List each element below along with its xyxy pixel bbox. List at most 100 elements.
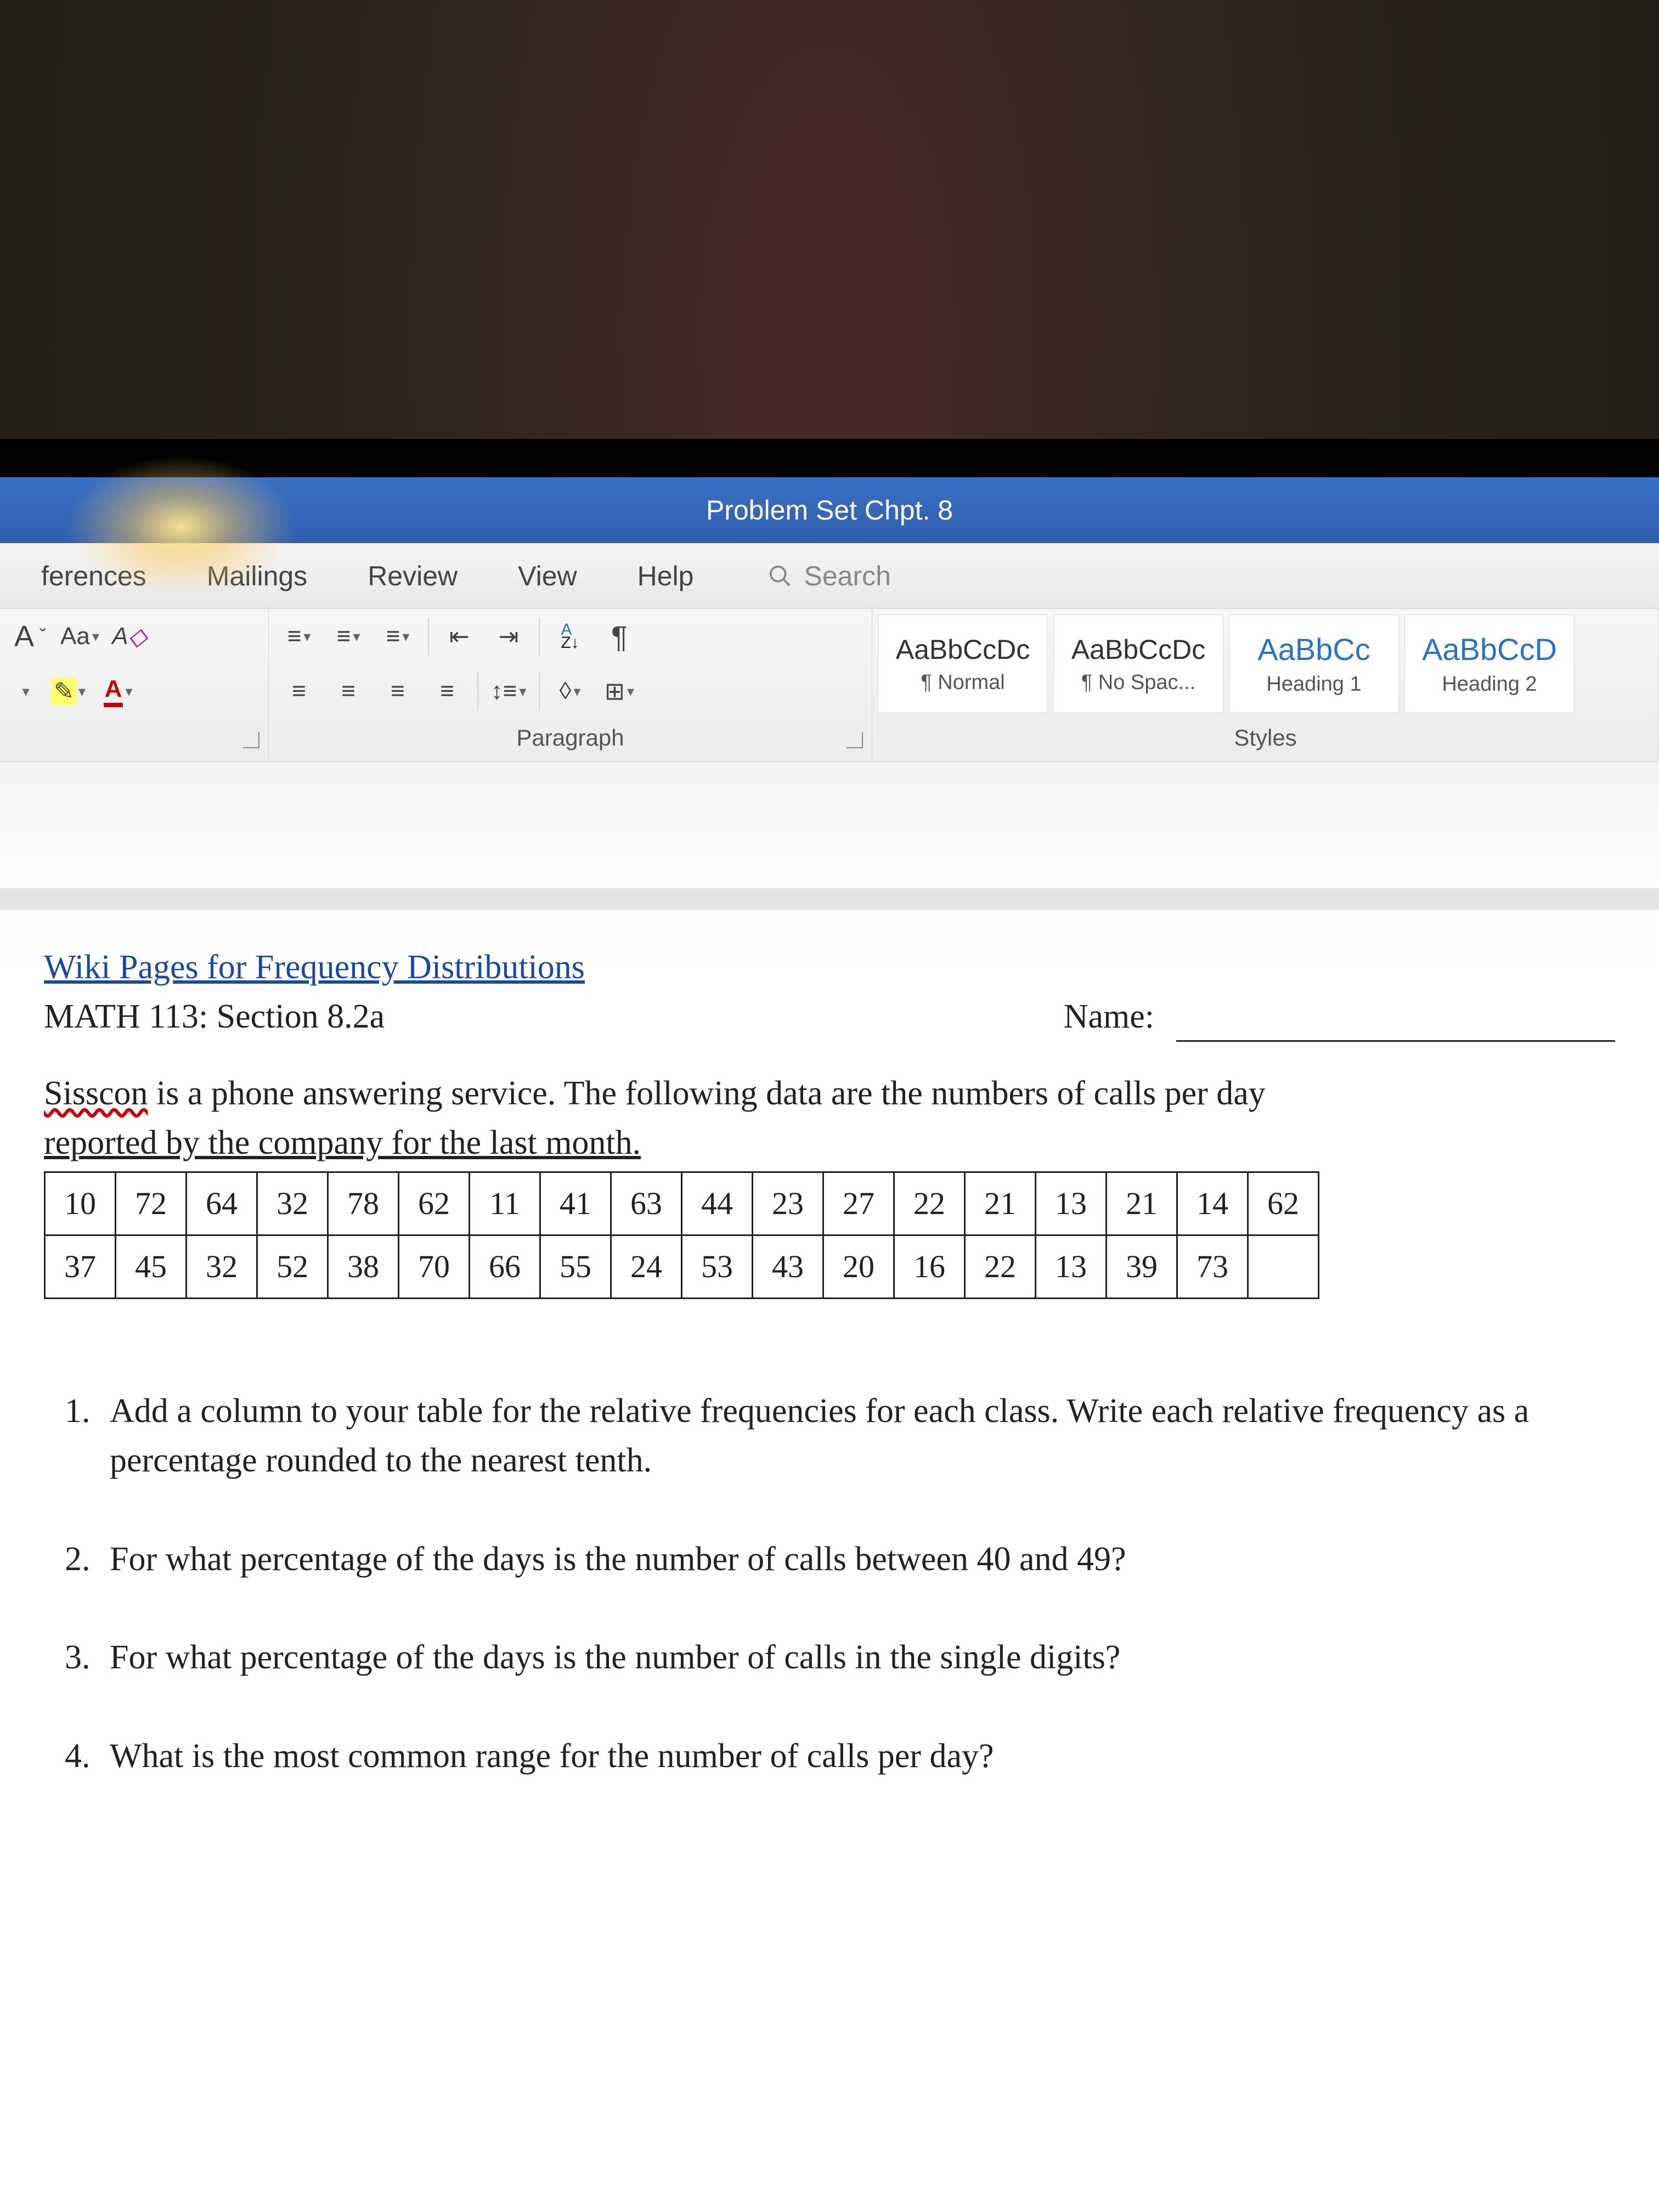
- table-cell[interactable]: 14: [1177, 1172, 1248, 1235]
- multilevel-list-button[interactable]: ≡▾: [379, 614, 417, 658]
- table-cell[interactable]: 63: [611, 1172, 682, 1235]
- table-cell[interactable]: 20: [823, 1235, 894, 1298]
- screen: Problem Set Chpt. 8 ferences Mailings Re…: [0, 477, 1659, 2212]
- paragraph-group: ≡▾ ≡▾ ≡▾ ⇤ ⇥ AZ↓ ¶ ≡ ≡ ≡ ≡ ↕≡▾: [269, 609, 872, 761]
- question-3: For what percentage of the days is the n…: [99, 1633, 1615, 1683]
- table-cell[interactable]: 72: [116, 1172, 187, 1235]
- align-center-button[interactable]: ≡: [329, 669, 368, 713]
- paragraph-group-label: Paragraph: [269, 719, 872, 757]
- table-cell[interactable]: 62: [1248, 1172, 1319, 1235]
- table-cell[interactable]: 13: [1036, 1235, 1107, 1298]
- justify-button[interactable]: ≡: [428, 669, 466, 713]
- style-heading-1[interactable]: AaBbCc Heading 1: [1229, 614, 1399, 713]
- show-marks-button[interactable]: ¶: [600, 614, 639, 658]
- wiki-link[interactable]: Wiki Pages for Frequency Distributions: [44, 943, 1615, 992]
- table-cell[interactable]: 21: [1107, 1172, 1177, 1235]
- highlight-button[interactable]: ✎▾: [49, 669, 88, 713]
- table-cell[interactable]: 21: [965, 1172, 1036, 1235]
- search-box[interactable]: Search: [768, 560, 890, 592]
- table-cell[interactable]: 10: [45, 1172, 116, 1235]
- styles-group-label: Styles: [872, 719, 1658, 757]
- tab-help[interactable]: Help: [607, 543, 724, 608]
- font-group: Aˇ Aa▾ A◇ ▾ ✎▾ A▾: [0, 609, 269, 761]
- table-cell[interactable]: 22: [894, 1172, 965, 1235]
- table-cell[interactable]: [1248, 1235, 1319, 1298]
- table-cell[interactable]: 55: [540, 1235, 611, 1298]
- increase-indent-button[interactable]: ⇥: [489, 614, 528, 658]
- intro-paragraph: Sisscon is a phone answering service. Th…: [44, 1069, 1615, 1119]
- style-heading-2[interactable]: AaBbCcD Heading 2: [1404, 614, 1575, 713]
- table-cell[interactable]: 13: [1036, 1172, 1107, 1235]
- table-cell[interactable]: 62: [399, 1172, 470, 1235]
- name-blank-line[interactable]: [1176, 1005, 1615, 1042]
- table-cell[interactable]: 11: [470, 1172, 540, 1235]
- decrease-indent-button[interactable]: ⇤: [440, 614, 478, 658]
- table-cell[interactable]: 73: [1177, 1235, 1248, 1298]
- separator: [477, 672, 478, 710]
- align-right-button[interactable]: ≡: [379, 669, 417, 713]
- question-1: Add a column to your table for the relat…: [99, 1387, 1615, 1486]
- separator: [539, 672, 540, 710]
- numbering-button[interactable]: ≡▾: [329, 614, 368, 658]
- table-cell[interactable]: 32: [187, 1235, 257, 1298]
- title-bar: Problem Set Chpt. 8: [0, 477, 1659, 543]
- tab-references[interactable]: ferences: [11, 543, 177, 608]
- table-cell[interactable]: 52: [257, 1235, 328, 1298]
- ribbon: Aˇ Aa▾ A◇ ▾ ✎▾ A▾ ≡▾ ≡▾ ≡▾: [0, 609, 1659, 762]
- font-dialog-launcher-icon[interactable]: [243, 732, 259, 748]
- line-spacing-button[interactable]: ↕≡▾: [489, 669, 528, 713]
- table-cell[interactable]: 45: [116, 1235, 187, 1298]
- question-list: Add a column to your table for the relat…: [44, 1387, 1615, 1781]
- paragraph-dialog-launcher-icon[interactable]: [847, 732, 863, 748]
- table-cell[interactable]: 64: [187, 1172, 257, 1235]
- table-cell[interactable]: 27: [823, 1172, 894, 1235]
- font-color-button[interactable]: A▾: [99, 669, 137, 713]
- search-icon: [768, 563, 793, 589]
- table-cell[interactable]: 39: [1107, 1235, 1177, 1298]
- intro-line-2: reported by the company for the last mon…: [44, 1119, 1615, 1168]
- font-group-label: [0, 719, 268, 757]
- table-cell[interactable]: 23: [753, 1172, 823, 1235]
- course-header-line: MATH 113: Section 8.2a Name:: [44, 992, 1615, 1042]
- table-cell[interactable]: 43: [753, 1235, 823, 1298]
- table-row: 107264327862114163442327222113211462: [45, 1172, 1319, 1235]
- spellcheck-word[interactable]: Sisscon: [44, 1075, 148, 1112]
- document-area[interactable]: Wiki Pages for Frequency Distributions M…: [0, 762, 1659, 2212]
- align-left-button[interactable]: ≡: [280, 669, 318, 713]
- ribbon-tab-strip: ferences Mailings Review View Help Searc…: [0, 543, 1659, 609]
- name-label: Name:: [1064, 992, 1154, 1042]
- table-cell[interactable]: 53: [682, 1235, 753, 1298]
- tab-mailings[interactable]: Mailings: [177, 543, 337, 608]
- table-cell[interactable]: 16: [894, 1235, 965, 1298]
- table-cell[interactable]: 78: [328, 1172, 399, 1235]
- table-cell[interactable]: 70: [399, 1235, 470, 1298]
- bullets-button[interactable]: ≡▾: [280, 614, 318, 658]
- borders-button[interactable]: ⊞▾: [600, 669, 639, 713]
- window-title: Problem Set Chpt. 8: [706, 494, 953, 526]
- style-normal[interactable]: AaBbCcDc ¶ Normal: [878, 614, 1048, 713]
- course-text: MATH 113: Section 8.2a: [44, 992, 385, 1042]
- sort-button[interactable]: AZ↓: [551, 614, 589, 658]
- tab-view[interactable]: View: [488, 543, 607, 608]
- table-cell[interactable]: 24: [611, 1235, 682, 1298]
- table-cell[interactable]: 22: [965, 1235, 1036, 1298]
- style-no-spacing[interactable]: AaBbCcDc ¶ No Spac...: [1053, 614, 1223, 713]
- table-cell[interactable]: 32: [257, 1172, 328, 1235]
- table-cell[interactable]: 38: [328, 1235, 399, 1298]
- table-cell[interactable]: 44: [682, 1172, 753, 1235]
- tab-review[interactable]: Review: [337, 543, 488, 608]
- separator: [539, 617, 540, 656]
- data-table[interactable]: 107264327862114163442327222113211462 374…: [44, 1171, 1319, 1299]
- table-cell[interactable]: 41: [540, 1172, 611, 1235]
- shading-button[interactable]: ◊▾: [551, 669, 589, 713]
- document-content[interactable]: Wiki Pages for Frequency Distributions M…: [44, 943, 1615, 1781]
- question-2: For what percentage of the days is the n…: [99, 1535, 1615, 1584]
- separator: [428, 617, 429, 656]
- text-effects-button[interactable]: ▾: [11, 669, 38, 713]
- clear-formatting-button[interactable]: A◇: [110, 614, 149, 658]
- table-cell[interactable]: 66: [470, 1235, 540, 1298]
- shrink-font-button[interactable]: Aˇ: [11, 614, 49, 658]
- styles-gallery[interactable]: AaBbCcDc ¶ Normal AaBbCcDc ¶ No Spac... …: [872, 609, 1658, 719]
- table-cell[interactable]: 37: [45, 1235, 116, 1298]
- change-case-button[interactable]: Aa▾: [60, 614, 99, 658]
